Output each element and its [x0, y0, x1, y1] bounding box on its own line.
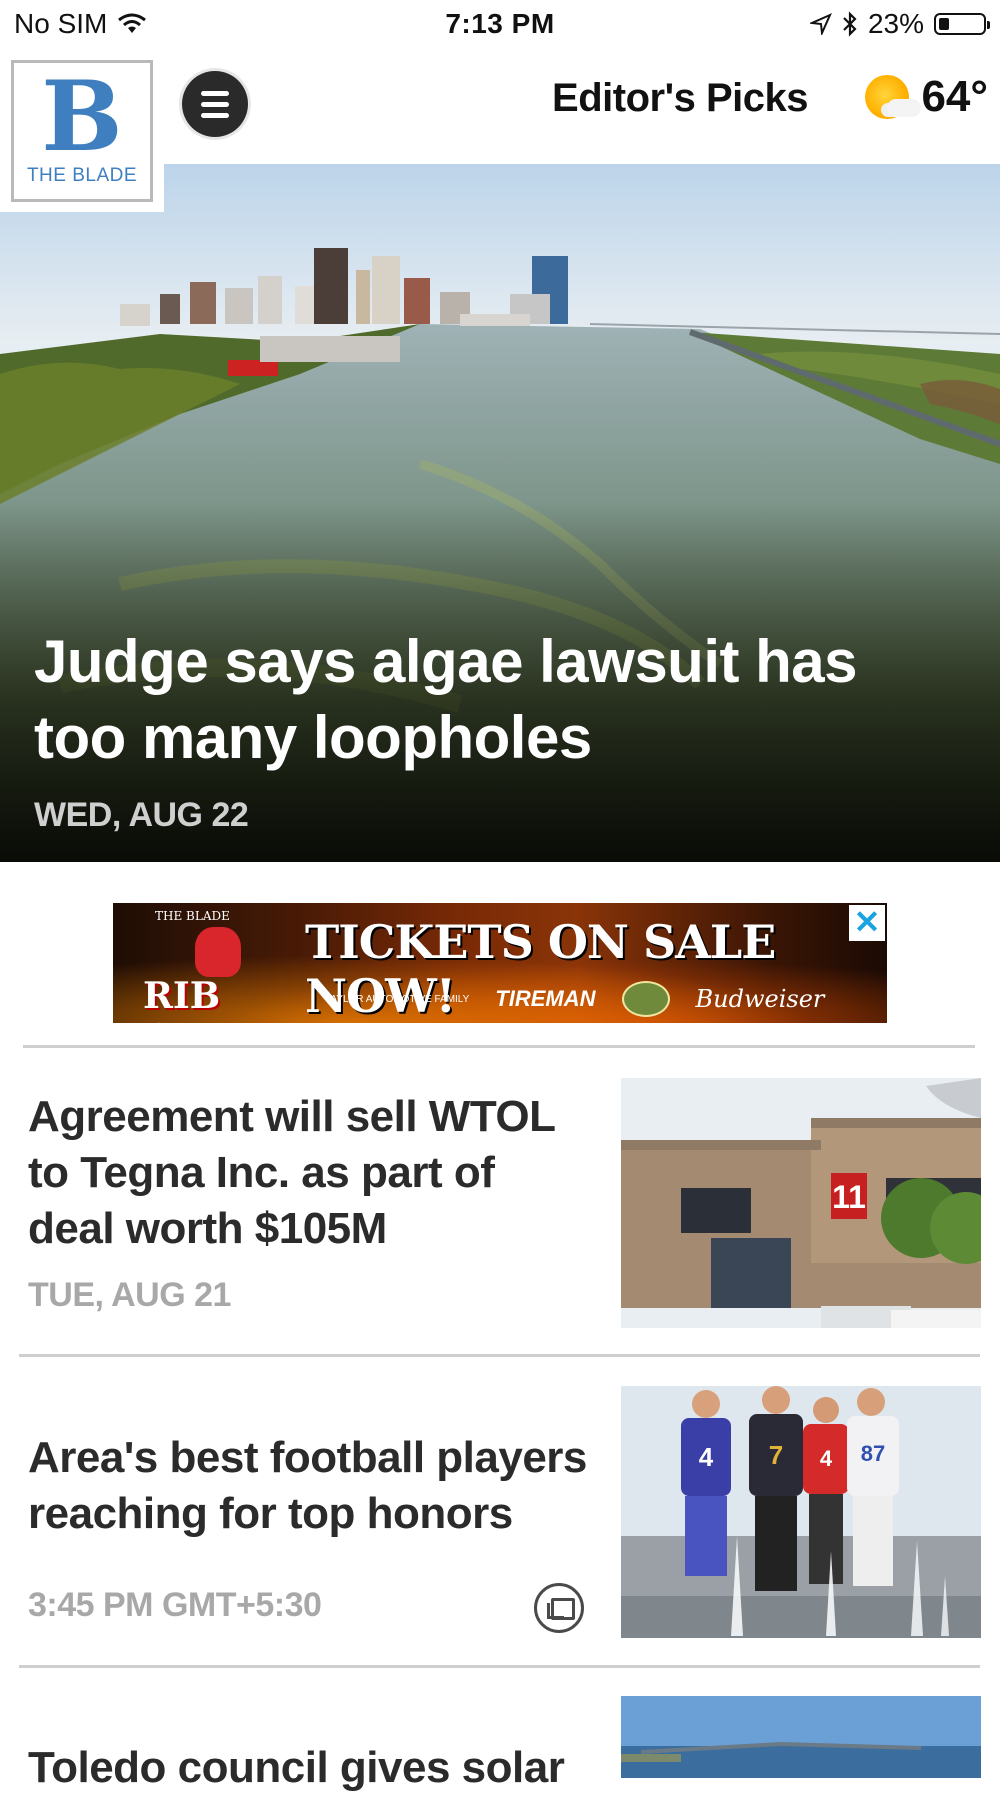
article-title[interactable]: Toledo council gives solar [28, 1740, 588, 1796]
sponsor-budweiser: Budweiser [695, 985, 825, 1013]
jersey-number: 7 [769, 1440, 783, 1470]
sponsor-badge-icon [621, 981, 670, 1017]
status-bar: No SIM 7:13 PM 23% [0, 0, 1000, 50]
logo-frame: B THE BLADE [11, 60, 153, 202]
section-title[interactable]: Editor's Picks [552, 76, 808, 121]
article-thumbnail[interactable] [621, 1696, 981, 1778]
menu-line [201, 112, 229, 118]
hero-story[interactable]: Judge says algae lawsuit has too many lo… [0, 164, 1000, 862]
wtol-building-image: 11 [621, 1078, 981, 1328]
ad-sponsors: TAYLOR AUTOMOTIVE FAMILY TIREMAN Budweis… [325, 981, 824, 1017]
ad-event-name: RIB OFF [143, 975, 225, 1023]
ad-event-small: THE BLADE [155, 909, 230, 923]
ad-close-button[interactable]: ✕ [849, 905, 885, 941]
sponsor-taylor: TAYLOR AUTOMOTIVE FAMILY [325, 993, 470, 1005]
article-thumbnail[interactable]: 11 [621, 1078, 981, 1328]
partly-sunny-icon [865, 75, 922, 119]
chef-mascot-icon [195, 927, 241, 977]
temperature: 64° [921, 72, 988, 121]
article-title[interactable]: Area's best football players reaching fo… [28, 1430, 588, 1542]
battery-icon [934, 13, 990, 35]
weather-widget[interactable]: 64° [865, 72, 988, 122]
sponsor-tireman: TIREMAN [495, 986, 596, 1011]
battery-level [939, 18, 949, 30]
article-title[interactable]: Agreement will sell WTOL to Tegna Inc. a… [28, 1089, 588, 1257]
article-thumbnail[interactable]: 4 7 4 87 [621, 1386, 981, 1638]
location-arrow-icon [809, 13, 832, 35]
status-right: 23% [809, 8, 990, 40]
divider [19, 1354, 980, 1357]
photo-gallery-icon[interactable] [534, 1583, 584, 1633]
the-blade-logo[interactable]: B THE BLADE [0, 50, 164, 212]
harbor-image [621, 1696, 981, 1778]
football-players-image: 4 7 4 87 [621, 1386, 981, 1638]
article-item[interactable]: Toledo council gives solar [0, 1696, 1000, 1792]
article-item[interactable]: Area's best football players reaching fo… [0, 1386, 1000, 1638]
article-date: TUE, AUG 21 [28, 1276, 231, 1314]
hamburger-menu-icon[interactable] [182, 71, 248, 137]
jersey-number: 4 [820, 1446, 833, 1471]
menu-line [201, 101, 229, 107]
divider [19, 1665, 980, 1668]
logo-text: THE BLADE [26, 165, 138, 186]
bluetooth-icon [843, 11, 857, 37]
divider [23, 1045, 975, 1048]
jersey-number: 4 [699, 1442, 714, 1472]
article-date: 3:45 PM GMT+5:30 [28, 1586, 322, 1624]
rib-off-logo: THE BLADE RIB OFF [125, 909, 275, 1023]
hero-headline[interactable]: Judge says algae lawsuit has too many lo… [34, 624, 960, 776]
article-item[interactable]: Agreement will sell WTOL to Tegna Inc. a… [0, 1078, 1000, 1328]
menu-line [201, 90, 229, 96]
battery-percent: 23% [867, 8, 924, 39]
jersey-number: 87 [861, 1441, 885, 1466]
logo-letter: B [41, 60, 123, 173]
ad-banner[interactable]: THE BLADE RIB OFF TICKETS ON SALE NOW! T… [113, 903, 887, 1023]
app-header: B THE BLADE Editor's Picks 64° [0, 50, 1000, 212]
hero-date: WED, AUG 22 [34, 796, 249, 834]
station-sign: 11 [832, 1179, 866, 1215]
